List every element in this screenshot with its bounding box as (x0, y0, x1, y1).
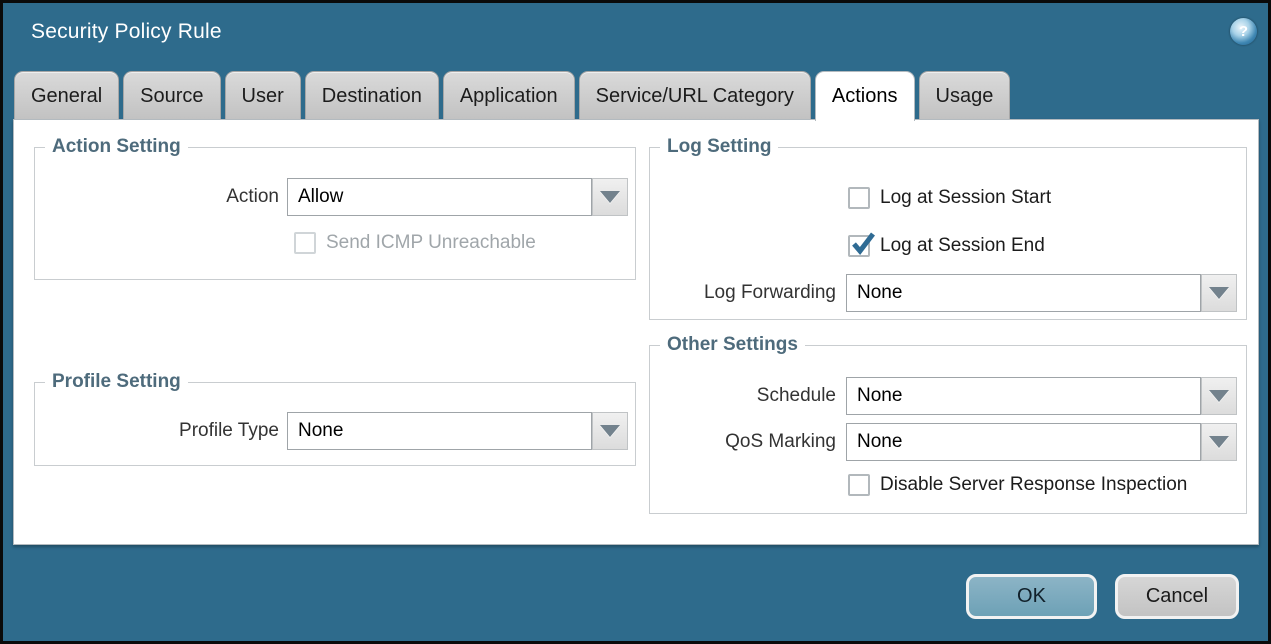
qos-marking-label: QoS Marking (536, 423, 836, 461)
tab-actions[interactable]: Actions (815, 71, 915, 121)
action-dropdown[interactable]: Allow (287, 178, 592, 216)
dropdown-arrow-icon (600, 191, 620, 203)
log-forwarding-value: None (857, 282, 902, 303)
schedule-dropdown-button[interactable] (1201, 377, 1237, 415)
log-forwarding-dropdown-button[interactable] (1201, 274, 1237, 312)
checkmark-icon (849, 230, 876, 257)
log-forwarding-dropdown[interactable]: None (846, 274, 1201, 312)
log-session-start-label: Log at Session Start (880, 186, 1051, 210)
qos-marking-dropdown[interactable]: None (846, 423, 1201, 461)
dropdown-arrow-icon (1209, 390, 1229, 402)
schedule-dropdown[interactable]: None (846, 377, 1201, 415)
action-setting-legend: Action Setting (45, 136, 188, 158)
other-settings-legend: Other Settings (660, 334, 805, 356)
log-session-end-label: Log at Session End (880, 234, 1045, 258)
dialog-title: Security Policy Rule (31, 20, 222, 44)
qos-marking-value: None (857, 431, 902, 452)
schedule-label: Schedule (536, 377, 836, 415)
security-policy-rule-dialog: Security Policy Rule ? General Source Us… (0, 0, 1271, 644)
profile-type-label: Profile Type (14, 412, 279, 450)
tab-usage[interactable]: Usage (919, 71, 1011, 119)
log-forwarding-label: Log Forwarding (536, 274, 836, 312)
log-session-start-checkbox[interactable] (848, 187, 870, 209)
profile-setting-legend: Profile Setting (45, 371, 188, 393)
schedule-value: None (857, 385, 902, 406)
tab-application[interactable]: Application (443, 71, 575, 119)
disable-sri-checkbox[interactable] (848, 474, 870, 496)
tab-general[interactable]: General (14, 71, 119, 119)
log-setting-legend: Log Setting (660, 136, 778, 158)
tab-service-url-category[interactable]: Service/URL Category (579, 71, 811, 119)
help-icon[interactable]: ? (1230, 18, 1257, 45)
action-label: Action (14, 178, 279, 216)
disable-sri-label: Disable Server Response Inspection (880, 473, 1187, 497)
cancel-button[interactable]: Cancel (1115, 574, 1239, 619)
tab-bar: General Source User Destination Applicat… (14, 71, 1010, 119)
tab-source[interactable]: Source (123, 71, 220, 119)
profile-type-value: None (298, 420, 343, 441)
qos-marking-dropdown-button[interactable] (1201, 423, 1237, 461)
ok-button[interactable]: OK (966, 574, 1097, 619)
tab-destination[interactable]: Destination (305, 71, 439, 119)
log-session-end-checkbox[interactable] (848, 235, 870, 257)
actions-tab-panel: Action Setting Action Allow Send ICMP Un… (13, 119, 1259, 545)
dropdown-arrow-icon (1209, 287, 1229, 299)
send-icmp-label: Send ICMP Unreachable (326, 231, 536, 255)
action-value: Allow (298, 186, 343, 207)
send-icmp-checkbox (294, 232, 316, 254)
dropdown-arrow-icon (1209, 436, 1229, 448)
action-dropdown-button[interactable] (592, 178, 628, 216)
tab-user[interactable]: User (225, 71, 301, 119)
